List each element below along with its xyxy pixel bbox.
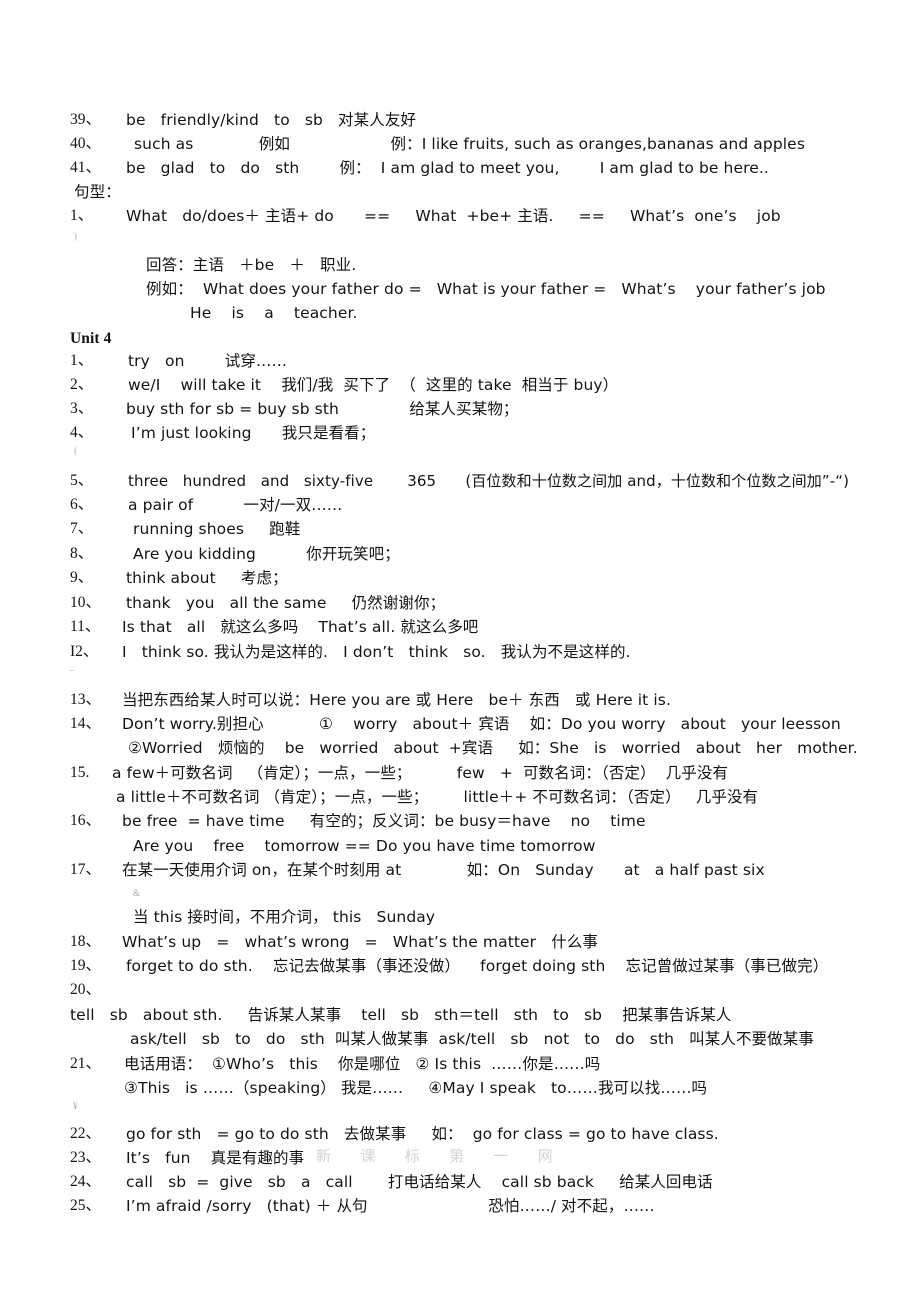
list-item-number: 2、 xyxy=(70,376,94,393)
list-item-number: 5、 xyxy=(70,472,94,489)
list-item-continuation: Are you free tomorrow == Do you have tim… xyxy=(133,837,596,855)
scan-artifact: .. xyxy=(70,663,75,673)
list-item-text: What’s up = what’s wrong = What’s the ma… xyxy=(122,933,599,951)
sentence-patterns-heading: 句型： xyxy=(74,183,121,201)
list-item-number: 9、 xyxy=(70,569,94,586)
list-item-number: 40、 xyxy=(70,135,102,152)
list-item-text: be free = have time 有空的；反义词：be busy＝have… xyxy=(122,812,646,830)
list-item-text: thank you all the same 仍然谢谢你； xyxy=(126,594,446,612)
list-item-number: 16、 xyxy=(70,812,102,829)
list-item-number: 8、 xyxy=(70,545,94,562)
list-item-number: 3、 xyxy=(70,400,94,417)
list-item-text: we/I will take it 我们/我 买下了 （ 这里的 take 相当… xyxy=(128,376,619,394)
list-item-number: I2、 xyxy=(70,643,99,660)
list-item-continuation: 当 this 接时间，不用介词， this Sunday xyxy=(133,908,436,926)
list-item-text: a few＋可数名词 （肯定）；一点，一些； few + 可数名词：（否定） 几… xyxy=(112,764,729,782)
scan-artifact: ) xyxy=(74,231,77,241)
list-item-text: 在某一天使用介词 on，在某个时刻用 at 如：On Sunday at a h… xyxy=(122,861,765,879)
list-item-text: forget to do sth. 忘记去做某事（事还没做） forget do… xyxy=(126,957,829,975)
list-item-text: call sb = give sb a call 打电话给某人 call sb … xyxy=(126,1173,713,1191)
list-item-text: Is that all 就这么多吗 That’s all. 就这么多吧 xyxy=(122,618,479,636)
example-answer-line: He is a teacher. xyxy=(190,304,358,322)
site-watermark: 新 课 标 第 一 网 xyxy=(316,1148,560,1165)
list-item-number: 6、 xyxy=(70,496,94,513)
list-item-text: Are you kidding 你开玩笑吧； xyxy=(128,545,400,563)
list-item-text: try on 试穿…… xyxy=(128,352,288,370)
list-item-continuation: ask/tell sb to do sth 叫某人做某事 ask/tell sb… xyxy=(130,1030,814,1048)
list-item-continuation: ②Worried 烦恼的 be worried about +宾语 如：She … xyxy=(128,739,858,757)
list-item-number: 25、 xyxy=(70,1197,102,1214)
list-item-text: a pair of 一对/一双…… xyxy=(128,496,343,514)
list-item-text: I’m just looking 我只是看看； xyxy=(126,424,376,442)
list-item-number: 21、 xyxy=(70,1055,102,1072)
list-item-number: 14、 xyxy=(70,715,102,732)
list-item-text: running shoes 跑鞋 xyxy=(133,520,301,538)
list-item-text: buy sth for sb = buy sb sth 给某人买某物； xyxy=(126,400,519,418)
document-page: 39、 be friendly/kind to sb 对某人友好 40、 suc… xyxy=(0,0,920,1302)
example-line: 例如： What does your father do = What is y… xyxy=(146,280,826,298)
list-item-number: 22、 xyxy=(70,1125,102,1142)
list-item-text: 当把东西给某人时可以说：Here you are 或 Here be＋ 东西 或… xyxy=(122,691,671,709)
scan-artifact: { xyxy=(73,446,78,456)
list-item-text: be friendly/kind to sb 对某人友好 xyxy=(126,111,417,129)
unit-heading: Unit 4 xyxy=(70,330,112,347)
list-item-number: 41、 xyxy=(70,159,102,176)
list-item-number: 39、 xyxy=(70,111,102,128)
answer-pattern-line: 回答：主语 ＋be ＋ 职业. xyxy=(146,256,357,274)
scan-artifact: ¥ xyxy=(73,1101,78,1111)
list-item-number: 19、 xyxy=(70,957,102,974)
list-item-continuation: ③This is ……（speaking） 我是…… ④May I speak … xyxy=(124,1079,708,1097)
list-item-number: 11、 xyxy=(70,618,101,635)
list-item-text: go for sth = go to do sth 去做某事 如： go for… xyxy=(126,1125,719,1143)
list-item-number: 1、 xyxy=(70,352,94,369)
list-item-number: 15. xyxy=(70,764,90,781)
list-item-text: Don’t worry.别担心 ① worry about＋ 宾语 如：Do y… xyxy=(122,715,841,733)
list-item-continuation: tell sb about sth. 告诉某人某事 tell sb sth＝te… xyxy=(70,1006,732,1024)
list-item-text: What do/does＋ 主语+ do == What +be+ 主语. ==… xyxy=(126,207,781,225)
list-item-text: be glad to do sth 例： I am glad to meet y… xyxy=(126,159,769,177)
list-item-number: 24、 xyxy=(70,1173,102,1190)
list-item-text: think about 考虑； xyxy=(126,569,288,587)
list-item-number: 20、 xyxy=(70,981,102,998)
list-item-continuation: a little＋不可数名词 （肯定）；一点，一些； little＋+ 不可数名… xyxy=(116,788,759,806)
list-item-text: I’m afraid /sorry (that) ＋ 从句 恐怕……/ 对不起，… xyxy=(126,1197,655,1215)
list-item-text: I think so. 我认为是这样的. I don’t think so. 我… xyxy=(122,643,631,661)
list-item-text: 电话用语： ①Who’s this 你是哪位 ② Is this ……你是……吗 xyxy=(124,1055,601,1073)
scan-artifact: & xyxy=(133,888,141,898)
list-item-number: 7、 xyxy=(70,520,94,537)
list-item-text: three hundred and sixty-five 365 (百位数和十位… xyxy=(128,472,850,490)
list-item-text: such as 例如 例：I like fruits, such as oran… xyxy=(134,135,805,153)
list-item-text: It’s fun 真是有趣的事 xyxy=(126,1149,305,1167)
list-item-number: 10、 xyxy=(70,594,102,611)
list-item-number: 1、 xyxy=(70,207,94,224)
list-item-number: 17、 xyxy=(70,861,102,878)
list-item-number: 23、 xyxy=(70,1149,102,1166)
list-item-number: 18、 xyxy=(70,933,102,950)
list-item-number: 4、 xyxy=(70,424,94,441)
list-item-number: 13、 xyxy=(70,691,102,708)
